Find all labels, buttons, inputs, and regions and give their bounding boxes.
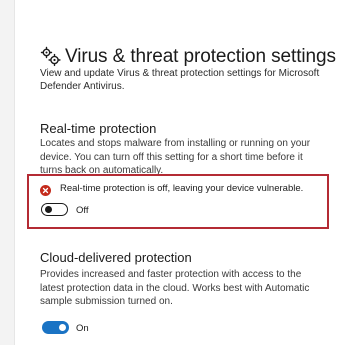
alert-message: Real-time protection is off, leaving you… [60,183,304,194]
gear-settings-icon [40,46,62,68]
toggle-knob [45,205,52,213]
cloud-section-title: Cloud-delivered protection [40,250,192,265]
realtime-alert-box: Real-time protection is off, leaving you… [27,174,329,229]
alert-row: Real-time protection is off, leaving you… [40,183,304,196]
realtime-protection-toggle[interactable] [41,203,68,216]
realtime-toggle-state-label: Off [76,205,89,216]
left-nav-strip [0,0,15,345]
error-x-icon [40,183,51,196]
page-subtitle: View and update Virus & threat protectio… [40,68,320,92]
toggle-knob [59,324,66,331]
realtime-section-title: Real-time protection [40,121,157,136]
cloud-protection-toggle[interactable] [42,321,69,334]
cloud-toggle-state-label: On [76,323,89,334]
page-title: Virus & threat protection settings [65,45,336,67]
realtime-section-description: Locates and stops malware from installin… [40,138,311,176]
cloud-section-description: Provides increased and faster protection… [40,269,310,307]
